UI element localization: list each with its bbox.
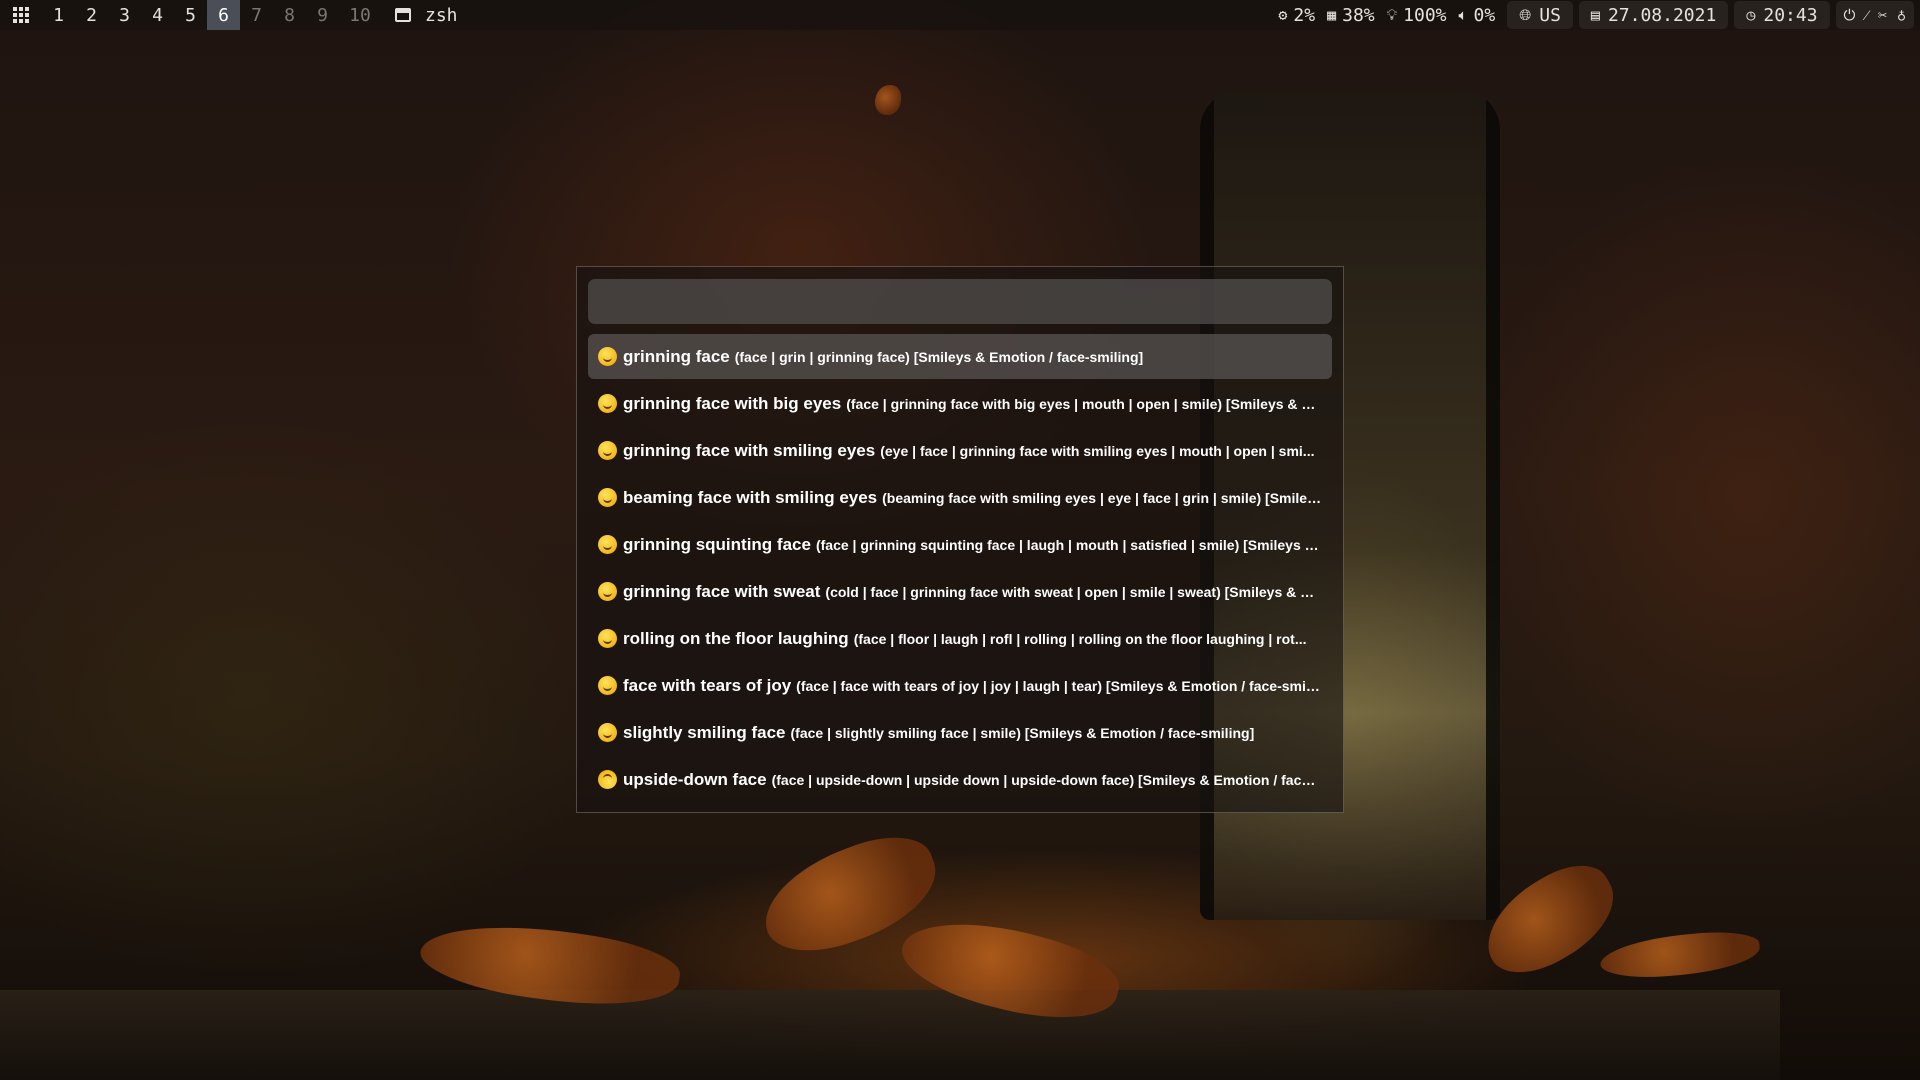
feather-icon[interactable]: ⁄	[1865, 6, 1868, 25]
emoji-name: grinning face	[623, 346, 730, 366]
window-icon	[395, 8, 411, 22]
slightly-smiling-face-emoji-icon	[598, 723, 617, 742]
search-input[interactable]	[588, 279, 1332, 324]
emoji-name: upside-down face	[623, 769, 767, 789]
volume-value: 0%	[1473, 4, 1496, 26]
emoji-tags: (face | slightly smiling face | smile) […	[790, 724, 1255, 741]
grinning-face-emoji-icon	[598, 347, 617, 366]
brightness-value: 100%	[1403, 4, 1447, 26]
emoji-name: grinning face with sweat	[623, 581, 821, 601]
time-value: 20:43	[1763, 4, 1818, 26]
workspace-10[interactable]: 10	[339, 0, 381, 30]
app-launcher-icon[interactable]	[0, 0, 42, 30]
emoji-list-item[interactable]: grinning face with sweat (cold | face | …	[588, 569, 1332, 614]
grinning-face-sweat-emoji-icon	[598, 582, 617, 601]
emoji-tags: (face | floor | laugh | rofl | rolling |…	[853, 630, 1307, 647]
cpu-stat: ⚙ 2%	[1278, 5, 1315, 26]
cpu-value: 2%	[1293, 4, 1316, 26]
grinning-face-smiling-eyes-emoji-icon	[598, 441, 617, 460]
wallpaper-bench	[0, 990, 1780, 1080]
workspace-1[interactable]: 1	[42, 0, 75, 30]
volume-stat[interactable]: 🔈︎ 0%	[1459, 5, 1496, 26]
globe-icon: 🌐︎	[1519, 6, 1532, 24]
workspace-9[interactable]: 9	[306, 0, 339, 30]
emoji-name: slightly smiling face	[623, 722, 786, 742]
emoji-tags: (face | grinning squinting face | laugh …	[815, 536, 1322, 553]
workspace-2[interactable]: 2	[75, 0, 108, 30]
system-tray: ⏻ ⁄ ✂ ♁	[1835, 1, 1914, 29]
emoji-name: grinning face with smiling eyes	[623, 440, 876, 460]
workspace-5[interactable]: 5	[174, 0, 207, 30]
keyboard-layout-value: US	[1539, 4, 1561, 26]
tools-icon[interactable]: ✂	[1878, 6, 1887, 24]
emoji-tags: (cold | face | grinning face with sweat …	[825, 583, 1322, 600]
workspace-3[interactable]: 3	[108, 0, 141, 30]
emoji-list-item[interactable]: grinning face with big eyes (face | grin…	[588, 381, 1332, 426]
emoji-list-item[interactable]: grinning squinting face (face | grinning…	[588, 522, 1332, 567]
emoji-name: face with tears of joy	[623, 675, 792, 695]
emoji-list-item[interactable]: beaming face with smiling eyes (beaming …	[588, 475, 1332, 520]
cpu-icon: ⚙	[1278, 6, 1288, 24]
window-title: zsh	[425, 4, 458, 26]
date-value: 27.08.2021	[1607, 4, 1717, 26]
grinning-face-big-eyes-emoji-icon	[598, 394, 617, 413]
emoji-tags: (face | upside-down | upside down | upsi…	[771, 771, 1322, 788]
workspace-8[interactable]: 8	[273, 0, 306, 30]
lightbulb-icon: 💡︎	[1386, 6, 1398, 24]
desktop-wallpaper: 1 2 3 4 5 6 7 8 9 10 zsh ⚙ 2% ▦ 38% 💡︎ 1…	[0, 0, 1920, 1080]
calendar-icon: ▤	[1590, 6, 1600, 24]
wallpaper-leaf	[1598, 928, 1762, 982]
emoji-picker: grinning face (face | grin | grinning fa…	[576, 266, 1344, 813]
memory-stat: ▦ 38%	[1327, 5, 1375, 26]
top-bar: 1 2 3 4 5 6 7 8 9 10 zsh ⚙ 2% ▦ 38% 💡︎ 1…	[0, 0, 1920, 30]
rolling-on-floor-laughing-emoji-icon	[598, 629, 617, 648]
workspace-7[interactable]: 7	[240, 0, 273, 30]
emoji-name: grinning squinting face	[623, 534, 811, 554]
clock-icon: ◷	[1746, 6, 1756, 24]
keyboard-layout[interactable]: 🌐︎ US	[1507, 1, 1573, 29]
brightness-stat[interactable]: 💡︎ 100%	[1387, 5, 1447, 26]
grinning-squinting-face-emoji-icon	[598, 535, 617, 554]
emoji-name: rolling on the floor laughing	[623, 628, 849, 648]
emoji-name: grinning face with big eyes	[623, 393, 842, 413]
beaming-face-emoji-icon	[598, 488, 617, 507]
tears-of-joy-emoji-icon	[598, 676, 617, 695]
emoji-list: grinning face (face | grin | grinning fa…	[588, 334, 1332, 802]
emoji-list-item[interactable]: face with tears of joy (face | face with…	[588, 663, 1332, 708]
emoji-tags: (face | face with tears of joy | joy | l…	[796, 677, 1322, 694]
power-icon[interactable]: ⏻	[1844, 6, 1856, 24]
workspace-4[interactable]: 4	[141, 0, 174, 30]
memory-icon: ▦	[1327, 6, 1337, 24]
wallpaper-leaf	[875, 85, 901, 115]
emoji-list-item[interactable]: slightly smiling face (face | slightly s…	[588, 710, 1332, 755]
emoji-list-item[interactable]: upside-down face (face | upside-down | u…	[588, 757, 1332, 802]
emoji-tags: (face | grin | grinning face) [Smileys &…	[734, 348, 1144, 365]
emoji-name: beaming face with smiling eyes	[623, 487, 878, 507]
workspace-6[interactable]: 6	[207, 0, 240, 30]
emoji-list-item[interactable]: grinning face (face | grin | grinning fa…	[588, 334, 1332, 379]
date-widget[interactable]: ▤ 27.08.2021	[1578, 1, 1729, 29]
emoji-tags: (beaming face with smiling eyes | eye | …	[882, 489, 1322, 506]
upside-down-face-emoji-icon	[598, 770, 617, 789]
emoji-tags: (eye | face | grinning face with smiling…	[880, 442, 1315, 459]
emoji-list-item[interactable]: grinning face with smiling eyes (eye | f…	[588, 428, 1332, 473]
speaker-icon: 🔈︎	[1458, 6, 1468, 24]
bulb-tray-icon[interactable]: ♁	[1897, 6, 1906, 24]
emoji-list-item[interactable]: rolling on the floor laughing (face | fl…	[588, 616, 1332, 661]
memory-value: 38%	[1342, 4, 1375, 26]
emoji-tags: (face | grinning face with big eyes | mo…	[846, 395, 1322, 412]
clock-widget[interactable]: ◷ 20:43	[1734, 1, 1830, 29]
